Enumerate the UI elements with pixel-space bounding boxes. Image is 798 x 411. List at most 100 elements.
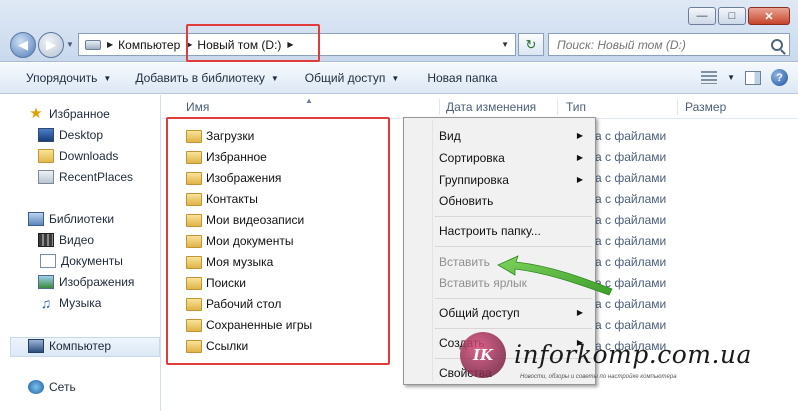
submenu-arrow-icon: ▶ — [576, 308, 583, 317]
add-to-library-label: Добавить в библиотеку — [135, 71, 265, 85]
menu-item-customize-folder[interactable]: Настроить папку... — [439, 224, 541, 238]
nav-downloads[interactable]: Downloads — [38, 149, 118, 163]
nav-documents[interactable]: Документы — [40, 254, 123, 268]
computer-icon — [28, 339, 44, 353]
recent-pages-dropdown[interactable]: ▼ — [66, 40, 74, 49]
back-arrow-icon: ◀ — [18, 37, 28, 52]
title-bar: — □ ✕ ◀ ▶ ▼ ▶ Компьютер ▶ Новый том (D:)… — [0, 0, 798, 62]
menu-item-sort[interactable]: Сортировка — [439, 151, 505, 165]
search-icon[interactable] — [771, 38, 783, 51]
forward-button[interactable]: ▶ — [38, 32, 64, 58]
column-type[interactable]: Тип — [566, 100, 586, 114]
document-icon — [40, 254, 56, 268]
recent-places-icon — [38, 170, 54, 184]
picture-icon — [38, 275, 54, 289]
nav-network[interactable]: Сеть — [28, 380, 76, 394]
nav-label: Документы — [61, 254, 123, 268]
file-type: а с файлами — [595, 171, 667, 185]
nav-favorites[interactable]: ★ Избранное — [28, 106, 110, 121]
nav-label: Видео — [59, 233, 95, 247]
column-divider[interactable] — [677, 99, 678, 115]
search-input[interactable] — [557, 37, 757, 52]
chevron-down-icon[interactable]: ▼ — [727, 73, 735, 82]
chevron-down-icon: ▼ — [103, 73, 112, 83]
music-note-icon: ♫ — [40, 295, 52, 311]
organize-label: Упорядочить — [26, 71, 98, 85]
nav-images[interactable]: Изображения — [38, 275, 134, 289]
window-controls: — □ ✕ — [688, 7, 790, 25]
forward-arrow-icon: ▶ — [46, 37, 56, 52]
column-divider[interactable] — [557, 99, 558, 115]
chevron-down-icon: ▼ — [391, 73, 400, 83]
maximize-button[interactable]: □ — [718, 7, 746, 25]
file-type: а с файлами — [595, 192, 667, 206]
menu-item-paste[interactable]: Вставить — [439, 255, 490, 269]
menu-item-refresh[interactable]: Обновить — [439, 194, 493, 208]
breadcrumb-computer[interactable]: Компьютер — [118, 38, 180, 52]
navigation-pane: ★ Избранное Desktop Downloads RecentPlac… — [0, 95, 160, 411]
menu-item-share[interactable]: Общий доступ — [439, 306, 520, 320]
share-label: Общий доступ — [304, 71, 386, 85]
submenu-arrow-icon: ▶ — [576, 153, 583, 162]
refresh-button[interactable]: ↻ — [518, 33, 544, 56]
menu-separator — [435, 246, 592, 247]
submenu-arrow-icon: ▶ — [576, 131, 583, 140]
new-folder-label: Новая папка — [427, 71, 498, 85]
menu-separator — [435, 216, 592, 217]
new-folder-button[interactable]: Новая папка — [419, 71, 505, 85]
drive-icon — [85, 39, 101, 50]
pane-divider[interactable] — [160, 95, 161, 411]
file-type: а с файлами — [595, 150, 667, 164]
submenu-arrow-icon: ▶ — [576, 175, 583, 184]
watermark-text: inforkomp.com.ua — [514, 340, 752, 369]
nav-label: Сеть — [49, 380, 76, 394]
site-logo-icon: IK — [460, 332, 506, 378]
preview-pane-icon[interactable] — [745, 70, 761, 85]
close-button[interactable]: ✕ — [748, 7, 790, 25]
change-view-icon[interactable] — [701, 71, 718, 84]
column-date[interactable]: Дата изменения — [446, 100, 536, 114]
site-watermark: IK inforkomp.com.ua Новости, обзоры и со… — [460, 332, 752, 380]
green-arrow-annotation — [497, 255, 613, 296]
desktop-icon — [38, 128, 54, 142]
nav-label: RecentPlaces — [59, 170, 134, 184]
highlight-box-address — [186, 24, 320, 62]
address-dropdown-icon[interactable]: ▼ — [501, 40, 509, 49]
menu-item-group[interactable]: Группировка — [439, 173, 509, 187]
minimize-button[interactable]: — — [688, 7, 716, 25]
nav-label: Компьютер — [49, 339, 112, 353]
nav-music[interactable]: ♫ Музыка — [38, 295, 102, 311]
nav-video[interactable]: Видео — [38, 233, 94, 247]
highlight-box-files — [166, 117, 390, 365]
menu-gutter — [432, 120, 433, 382]
command-bar: Упорядочить ▼ Добавить в библиотеку ▼ Общи… — [0, 63, 798, 94]
nav-label: Избранное — [49, 107, 110, 121]
sort-indicator-icon: ▲ — [305, 96, 313, 105]
chevron-down-icon: ▼ — [270, 73, 279, 83]
file-type: а с файлами — [595, 129, 667, 143]
nav-computer[interactable]: Компьютер — [28, 339, 111, 353]
column-size[interactable]: Размер — [685, 100, 726, 114]
nav-desktop[interactable]: Desktop — [38, 128, 103, 142]
refresh-icon: ↻ — [525, 36, 537, 52]
organize-button[interactable]: Упорядочить ▼ — [18, 71, 119, 85]
file-type: а с файлами — [595, 318, 667, 332]
chevron-right-icon[interactable]: ▶ — [107, 40, 113, 49]
back-button[interactable]: ◀ — [10, 32, 36, 58]
nav-libraries[interactable]: Библиотеки — [28, 212, 114, 226]
nav-recent-places[interactable]: RecentPlaces — [38, 170, 133, 184]
column-header-row: Имя Дата изменения Тип Размер — [161, 95, 798, 119]
video-icon — [38, 233, 54, 247]
share-button[interactable]: Общий доступ ▼ — [297, 71, 408, 85]
add-to-library-button[interactable]: Добавить в библиотеку ▼ — [127, 71, 286, 85]
help-icon[interactable]: ? — [771, 69, 788, 86]
nav-label: Библиотеки — [49, 212, 115, 226]
column-name[interactable]: Имя — [186, 100, 209, 114]
menu-separator — [435, 328, 592, 329]
search-box[interactable] — [548, 33, 790, 56]
nav-label: Изображения — [59, 275, 135, 289]
network-icon — [28, 380, 44, 394]
library-icon — [28, 212, 44, 226]
menu-item-view[interactable]: Вид — [439, 129, 461, 143]
column-divider[interactable] — [439, 99, 440, 115]
